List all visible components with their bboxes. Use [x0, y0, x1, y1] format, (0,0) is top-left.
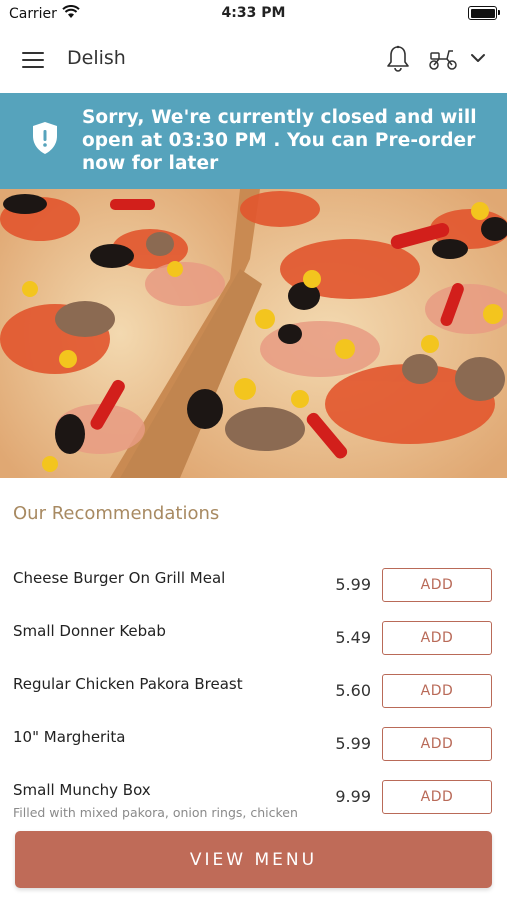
view-menu-button[interactable]: VIEW MENU: [15, 831, 492, 888]
item-price: 5.49: [335, 628, 371, 647]
menu-item: Small Donner Kebab 5.49 ADD: [0, 613, 507, 666]
item-name: 10" Margherita: [13, 728, 126, 746]
closed-banner: Sorry, We're currently closed and will o…: [0, 93, 507, 189]
item-name: Small Munchy Box: [13, 781, 151, 799]
menu-item: Cheese Burger On Grill Meal 5.99 ADD: [0, 560, 507, 613]
add-button[interactable]: ADD: [382, 674, 492, 708]
clock: 4:33 PM: [221, 5, 286, 21]
item-name: Regular Chicken Pakora Breast: [13, 675, 243, 693]
menu-item: 10" Margherita 5.99 ADD: [0, 719, 507, 772]
top-nav: Delish: [0, 28, 507, 92]
banner-message: Sorry, We're currently closed and will o…: [82, 107, 477, 174]
recommendations-title: Our Recommendations: [13, 503, 220, 524]
shield-icon: [33, 122, 57, 154]
item-price: 9.99: [335, 787, 371, 806]
item-price: 5.99: [335, 575, 371, 594]
menu-item: Regular Chicken Pakora Breast 5.60 ADD: [0, 666, 507, 719]
scooter-icon[interactable]: [428, 47, 458, 71]
status-bar: Carrier 4:33 PM: [0, 0, 507, 28]
battery-icon: [468, 6, 500, 20]
hero-pizza-image: [0, 189, 507, 478]
item-name: Small Donner Kebab: [13, 622, 166, 640]
menu-icon[interactable]: [22, 52, 44, 68]
item-description: Filled with mixed pakora, onion rings, c…: [13, 805, 298, 820]
menu-item: Small Munchy Box Filled with mixed pakor…: [0, 772, 507, 825]
add-button[interactable]: ADD: [382, 727, 492, 761]
bell-icon[interactable]: [386, 45, 410, 73]
item-name: Cheese Burger On Grill Meal: [13, 569, 226, 587]
add-button[interactable]: ADD: [382, 621, 492, 655]
add-button[interactable]: ADD: [382, 568, 492, 602]
chevron-down-icon[interactable]: [470, 52, 486, 64]
item-price: 5.99: [335, 734, 371, 753]
item-price: 5.60: [335, 681, 371, 700]
add-button[interactable]: ADD: [382, 780, 492, 814]
app-title: Delish: [67, 47, 126, 69]
